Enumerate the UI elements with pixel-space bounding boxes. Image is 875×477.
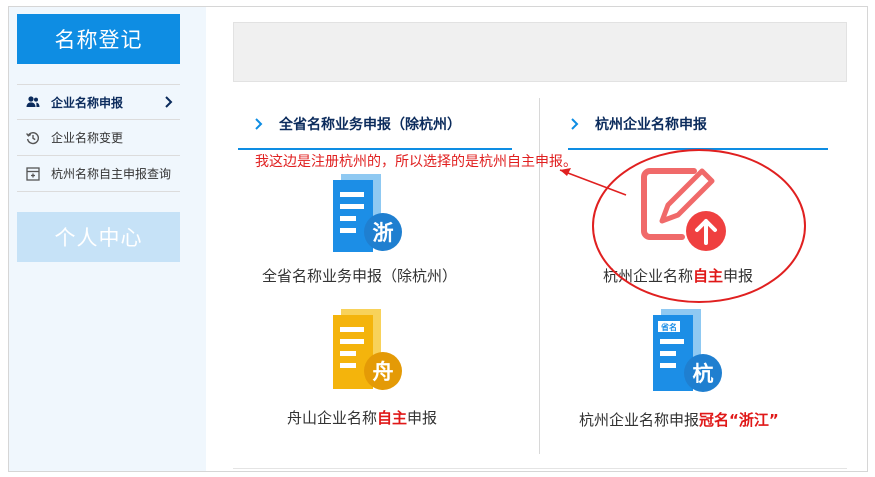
sidebar-item-label: 杭州名称自主申报查询 <box>51 167 172 181</box>
tile-zhoushan-label[interactable]: 舟山企业名称自主申报 <box>287 407 437 428</box>
sidebar-item-name-declaration[interactable]: 企业名称申报 <box>17 84 180 120</box>
tile-label-highlight: 自主 <box>377 409 408 427</box>
tile-zhejiang-icon[interactable]: 浙 <box>325 170 405 258</box>
user-group-icon <box>25 94 41 110</box>
document-icon: 省名 杭 <box>653 309 722 392</box>
sidebar-item-label: 企业名称变更 <box>51 131 124 145</box>
bottom-divider <box>233 468 847 469</box>
sidebar-item-hangzhou-query[interactable]: 杭州名称自主申报查询 <box>17 156 180 192</box>
tile-zhejiang-label[interactable]: 全省名称业务申报（除杭州） <box>262 265 457 286</box>
tile-label-highlight: 自主 <box>693 267 724 285</box>
personal-center-button[interactable]: 个人中心 <box>17 212 180 262</box>
sidebar-item-label: 企业名称申报 <box>51 95 124 110</box>
annotation-note: 我这边是注册杭州的，所以选择的是杭州自主申报。 <box>255 154 577 170</box>
section-title-province[interactable]: 全省名称业务申报（除杭州） <box>253 114 461 134</box>
tile-hangzhou-brand-icon[interactable]: 省名 杭 <box>645 305 725 399</box>
section-title-label: 全省名称业务申报（除杭州） <box>279 117 461 133</box>
section-underline <box>568 148 828 150</box>
tile-label-text: 申报 <box>407 409 438 427</box>
top-banner <box>233 22 847 82</box>
tile-badge-text: 浙 <box>373 221 394 245</box>
chevron-right-icon <box>569 117 581 131</box>
tile-zhoushan-icon[interactable]: 舟 <box>325 305 405 397</box>
chevron-right-icon <box>253 117 265 131</box>
tile-label-text: 杭州企业名称 <box>603 267 694 285</box>
document-icon: 舟 <box>333 309 402 390</box>
tile-hangzhou-brand-label[interactable]: 杭州企业名称申报冠名“浙江” <box>579 409 779 430</box>
section-underline <box>238 148 512 150</box>
sidebar-title: 名称登记 <box>17 14 180 64</box>
search-box-icon <box>25 166 41 182</box>
tile-label-text: 舟山企业名称 <box>287 409 378 427</box>
tile-badge-text: 杭 <box>693 362 714 386</box>
history-icon <box>25 130 41 146</box>
sidebar-item-name-change[interactable]: 企业名称变更 <box>17 120 180 156</box>
tile-hangzhou-self-label[interactable]: 杭州企业名称自主申报 <box>603 265 753 286</box>
doc-tag-text: 省名 <box>660 322 677 332</box>
tile-label-highlight: 冠名“浙江” <box>699 411 779 429</box>
chevron-right-icon <box>162 95 176 109</box>
section-title-hangzhou[interactable]: 杭州企业名称申报 <box>569 114 707 134</box>
tile-hangzhou-self-icon[interactable] <box>640 165 730 259</box>
tile-label-text: 申报 <box>723 267 754 285</box>
document-icon: 浙 <box>333 174 402 252</box>
tile-label-text: 杭州企业名称申报 <box>579 411 700 429</box>
tile-badge-text: 舟 <box>373 360 394 384</box>
sidebar-menu: 企业名称申报 企业名称变更 杭州名称自主申报查询 <box>17 84 180 192</box>
section-title-label: 杭州企业名称申报 <box>595 117 707 133</box>
edit-upload-icon <box>641 168 726 251</box>
